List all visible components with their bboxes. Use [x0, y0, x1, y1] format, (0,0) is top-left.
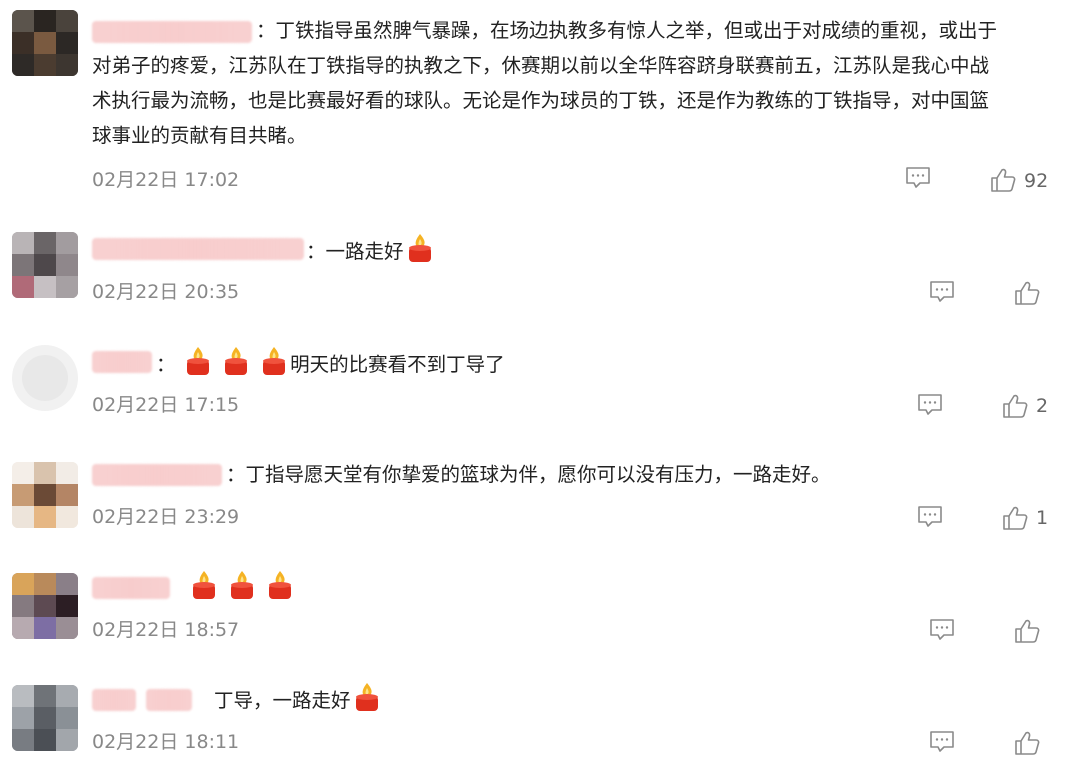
comment-icon: [918, 506, 942, 527]
comment-icon: [930, 619, 954, 640]
like-count: 1: [1036, 507, 1049, 529]
comment-text: 丁导，一路走好: [214, 681, 383, 724]
like-button[interactable]: [1002, 505, 1028, 531]
comment-item: ： 明天的比赛看不到丁导了 02月22日 17:15 2: [0, 335, 1080, 435]
comment-icon: [930, 731, 954, 752]
username-blurred[interactable]: [92, 351, 152, 373]
comment-item: ：丁铁指导虽然脾气暴躁，在场边执教多有惊人之举，但或出于对成绩的重视，或出于 对…: [0, 0, 1080, 200]
avatar[interactable]: [12, 232, 78, 298]
like-button[interactable]: [1014, 730, 1040, 756]
comment-text: [188, 569, 296, 612]
reply-button[interactable]: [917, 505, 943, 529]
like-button[interactable]: [990, 167, 1016, 193]
like-count: 92: [1024, 170, 1049, 192]
avatar[interactable]: [12, 462, 78, 528]
candle-emoji: [259, 345, 289, 388]
thumbs-up-icon: [1015, 731, 1040, 755]
like-button[interactable]: [1014, 280, 1040, 306]
avatar[interactable]: [12, 573, 78, 639]
reply-button[interactable]: [929, 280, 955, 304]
thumbs-up-icon: [1015, 281, 1040, 305]
comment-time: 02月22日 20:35: [92, 281, 240, 303]
comment-text: ：丁铁指导虽然脾气暴躁，在场边执教多有惊人之举，但或出于对成绩的重视，或出于 对…: [92, 19, 998, 147]
avatar[interactable]: [12, 685, 78, 751]
candle-emoji: [221, 345, 251, 388]
reply-button[interactable]: [917, 393, 943, 417]
avatar[interactable]: [12, 345, 78, 411]
reply-button[interactable]: [929, 618, 955, 642]
comment-time: 02月22日 18:57: [92, 619, 240, 641]
username-blurred[interactable]: [92, 689, 136, 711]
comment-item: 02月22日 18:57: [0, 563, 1080, 663]
candle-emoji: [227, 569, 257, 612]
username-blurred[interactable]: [146, 689, 192, 711]
thumbs-up-icon: [991, 168, 1016, 192]
username-blurred[interactable]: [92, 464, 222, 486]
comment-text: ：一路走好: [306, 232, 436, 275]
like-count: 2: [1036, 395, 1049, 417]
comment-time: 02月22日 17:02: [92, 169, 240, 191]
avatar[interactable]: [12, 10, 78, 76]
comment-time: 02月22日 23:29: [92, 506, 240, 528]
comment-text: ：丁指导愿天堂有你挚爱的篮球为伴，愿你可以没有压力，一路走好。: [226, 463, 831, 486]
comment-icon: [906, 167, 930, 188]
comment-text: ： 明天的比赛看不到丁导了: [156, 345, 505, 388]
candle-emoji: [352, 681, 382, 724]
comment-icon: [930, 281, 954, 302]
candle-emoji: [183, 345, 213, 388]
comment-item: ：丁指导愿天堂有你挚爱的篮球为伴，愿你可以没有压力，一路走好。 02月22日 2…: [0, 450, 1080, 550]
thumbs-up-icon: [1003, 394, 1028, 418]
comment-time: 02月22日 18:11: [92, 731, 240, 753]
reply-button[interactable]: [929, 730, 955, 754]
comment-item: 丁导，一路走好 02月22日 18:11: [0, 675, 1080, 778]
comment-icon: [918, 394, 942, 415]
thumbs-up-icon: [1003, 506, 1028, 530]
username-blurred[interactable]: [92, 577, 170, 599]
comment-time: 02月22日 17:15: [92, 394, 240, 416]
like-button[interactable]: [1002, 393, 1028, 419]
like-button[interactable]: [1014, 618, 1040, 644]
comment-item: ：一路走好 02月22日 20:35: [0, 220, 1080, 320]
candle-emoji: [405, 232, 435, 275]
candle-emoji: [189, 569, 219, 612]
reply-button[interactable]: [905, 166, 931, 190]
candle-emoji: [265, 569, 295, 612]
username-blurred[interactable]: [92, 238, 304, 260]
thumbs-up-icon: [1015, 619, 1040, 643]
